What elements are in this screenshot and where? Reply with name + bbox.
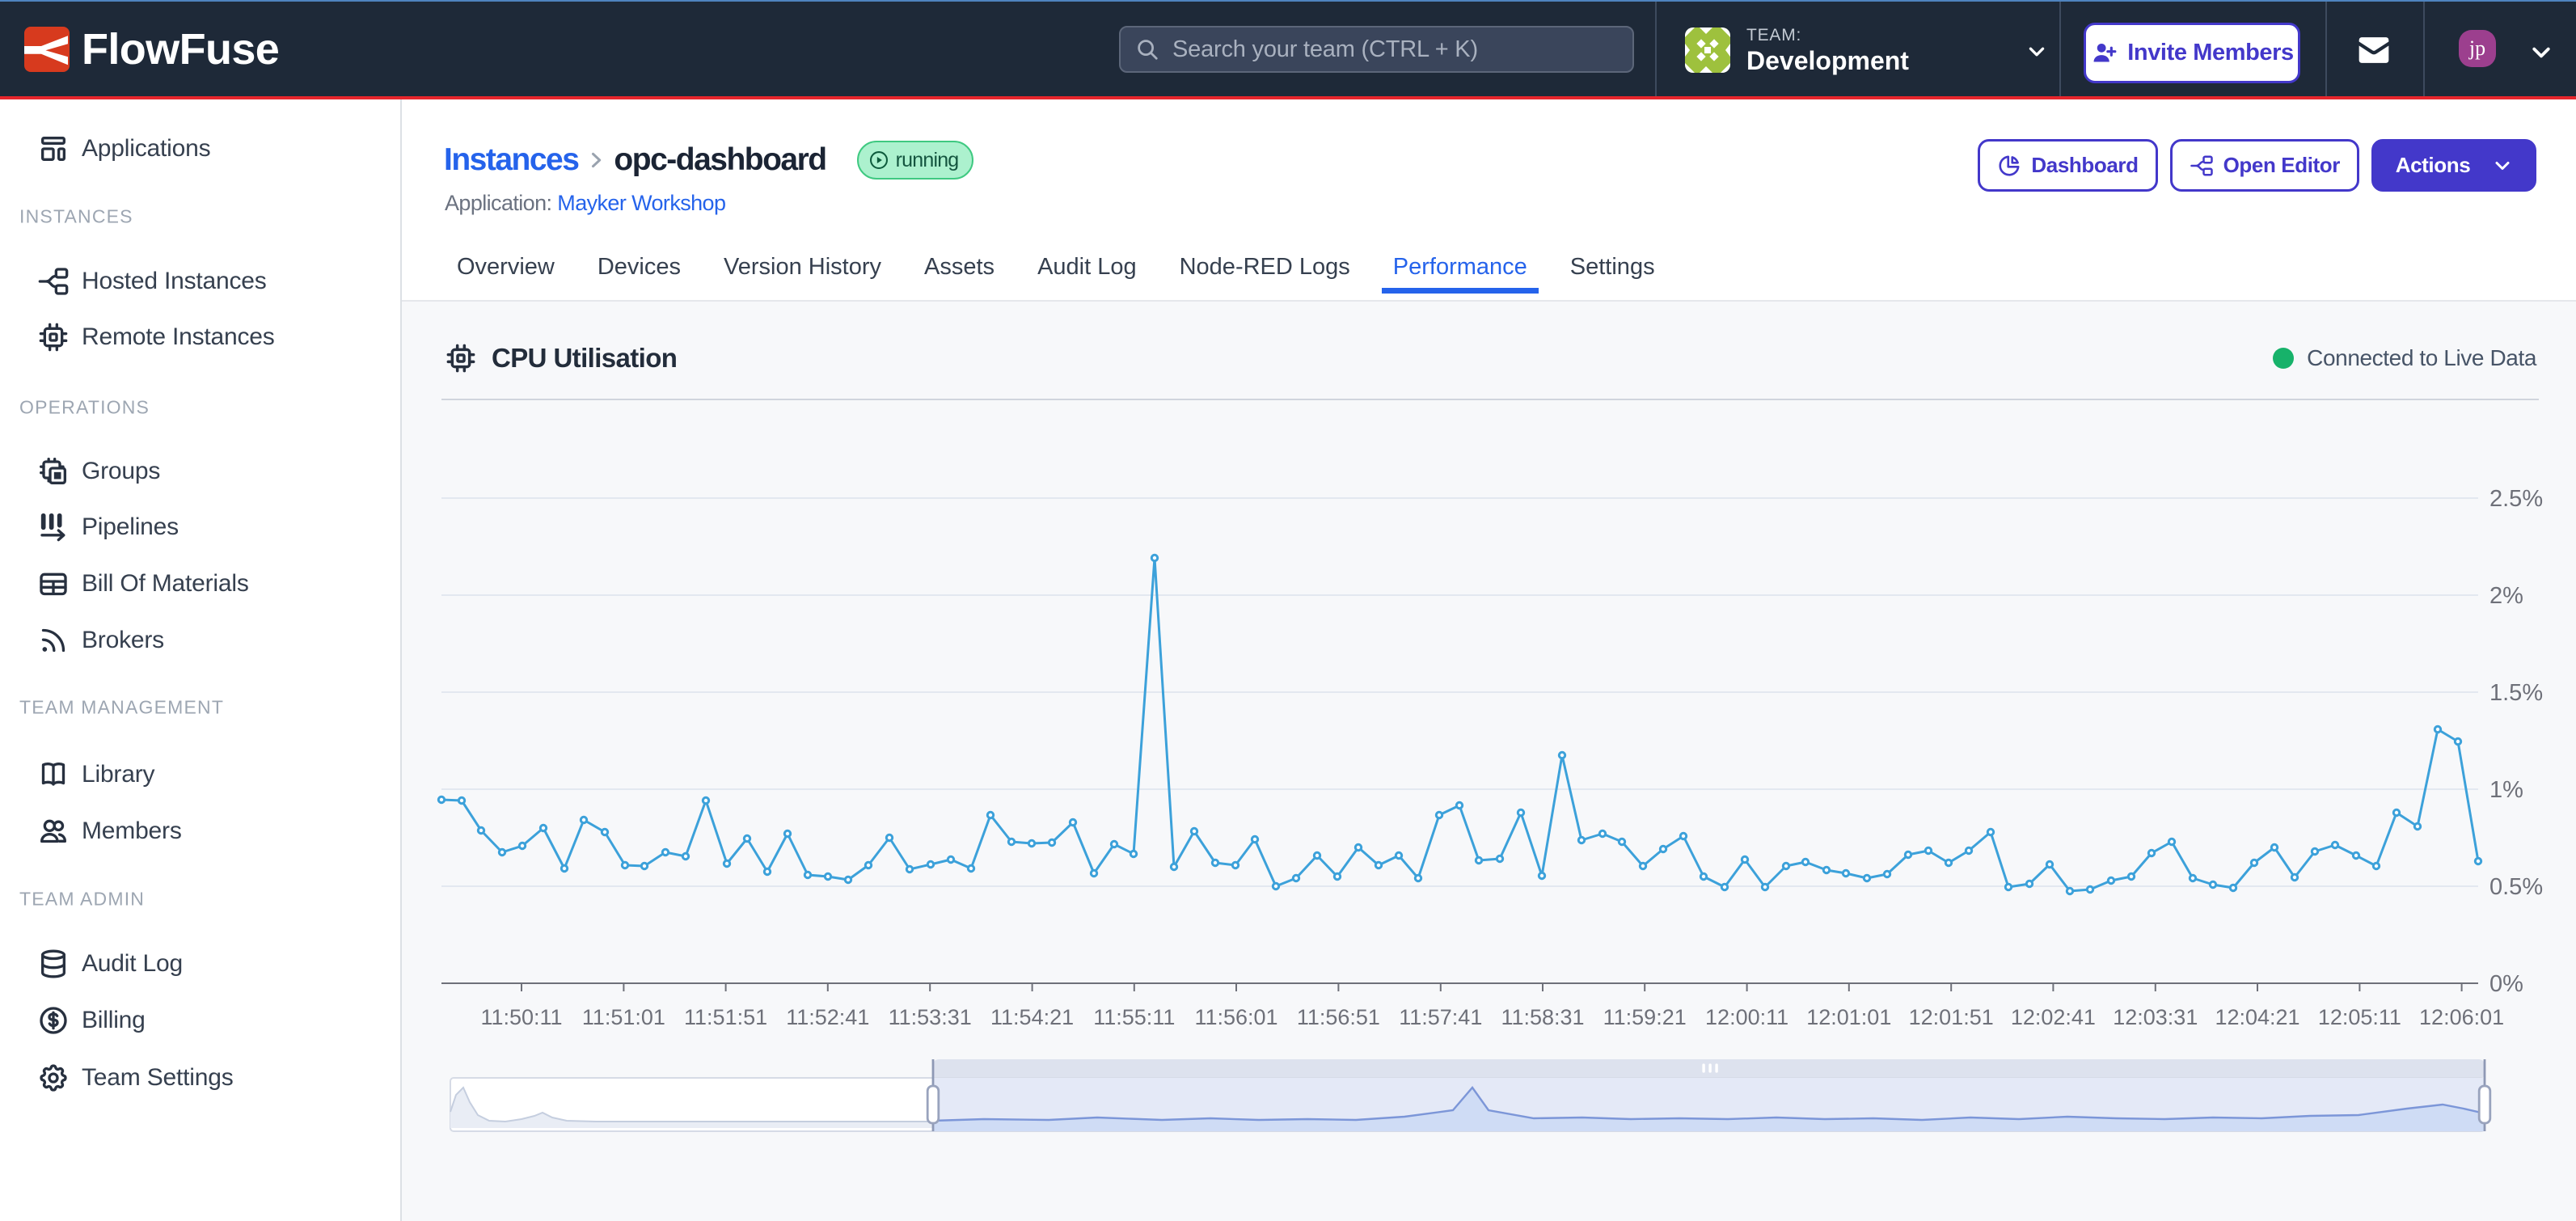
- svg-text:12:03:31: 12:03:31: [2113, 1005, 2198, 1029]
- svg-text:12:02:41: 12:02:41: [2011, 1005, 2096, 1029]
- svg-text:12:01:51: 12:01:51: [1909, 1005, 1994, 1029]
- svg-text:12:04:21: 12:04:21: [2215, 1005, 2299, 1029]
- svg-text:11:57:41: 11:57:41: [1399, 1005, 1482, 1029]
- svg-text:1.5%: 1.5%: [2489, 680, 2543, 706]
- svg-text:12:00:11: 12:00:11: [1705, 1005, 1788, 1029]
- svg-text:0%: 0%: [2489, 971, 2523, 997]
- svg-text:2%: 2%: [2489, 583, 2523, 609]
- svg-text:12:06:01: 12:06:01: [2419, 1005, 2504, 1029]
- svg-text:0.5%: 0.5%: [2489, 874, 2543, 900]
- svg-text:11:56:01: 11:56:01: [1194, 1005, 1277, 1029]
- svg-text:11:54:21: 11:54:21: [990, 1005, 1074, 1029]
- svg-text:11:53:31: 11:53:31: [889, 1005, 972, 1029]
- svg-text:1%: 1%: [2489, 777, 2523, 803]
- svg-text:2.5%: 2.5%: [2489, 486, 2543, 512]
- svg-text:11:55:11: 11:55:11: [1093, 1005, 1175, 1029]
- svg-text:11:51:51: 11:51:51: [684, 1005, 767, 1029]
- svg-text:12:01:01: 12:01:01: [1806, 1005, 1891, 1029]
- svg-text:11:52:41: 11:52:41: [786, 1005, 869, 1029]
- svg-text:12:05:11: 12:05:11: [2318, 1005, 2401, 1029]
- svg-text:11:50:11: 11:50:11: [480, 1005, 562, 1029]
- svg-text:11:58:31: 11:58:31: [1501, 1005, 1584, 1029]
- svg-text:11:51:01: 11:51:01: [582, 1005, 665, 1029]
- svg-text:11:56:51: 11:56:51: [1297, 1005, 1380, 1029]
- svg-text:11:59:21: 11:59:21: [1603, 1005, 1687, 1029]
